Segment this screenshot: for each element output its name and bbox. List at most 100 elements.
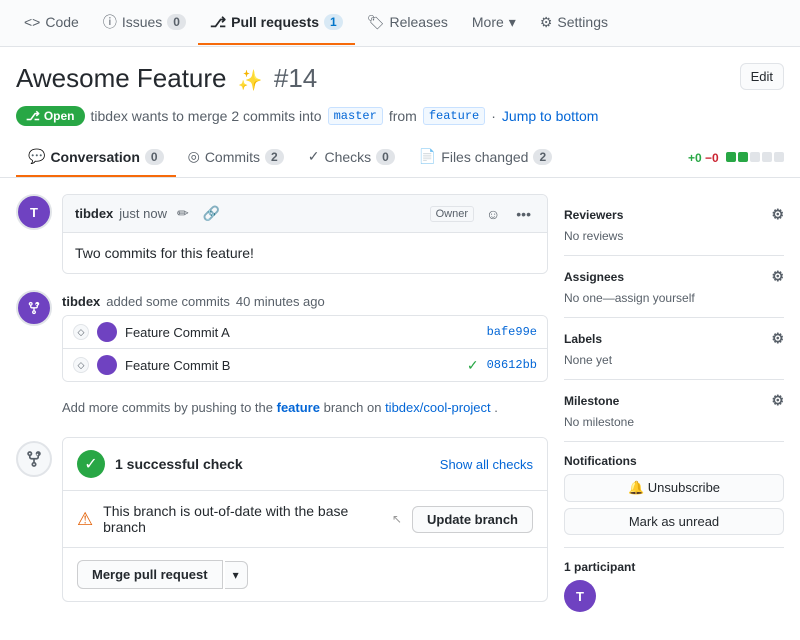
merge-section: Merge pull request ▾ (63, 547, 547, 601)
tab-conversation[interactable]: 💬 Conversation 0 (16, 138, 176, 177)
diff-block-4 (762, 152, 772, 162)
comment-header-right: Owner ☺ ••• (430, 204, 535, 224)
commits-event-content: tibdex added some commits 40 minutes ago… (62, 286, 548, 382)
milestone-gear-icon[interactable]: ⚙ (771, 392, 784, 409)
chevron-down-icon: ▾ (233, 568, 239, 582)
nav-pull-requests[interactable]: ⎇ Pull requests 1 (198, 2, 355, 45)
check-left: ✓ 1 successful check (77, 450, 243, 478)
tab-files-changed[interactable]: 📄 Files changed 2 (407, 138, 564, 177)
mark-as-unread-button[interactable]: Mark as unread (564, 508, 784, 535)
nav-settings[interactable]: ⚙ Settings (528, 2, 620, 45)
diff-stat: +0 −0 (688, 141, 784, 175)
jump-to-bottom-link[interactable]: Jump to bottom (502, 108, 599, 124)
commits-icon: ◎ (188, 148, 200, 165)
main-layout: T tibdex just now ✏ 🔗 Owner ☺ ••• (0, 178, 800, 640)
push-message: Add more commits by pushing to the featu… (16, 390, 548, 429)
milestone-label: Milestone (564, 394, 619, 408)
commit-sha-b[interactable]: 08612bb (487, 358, 537, 372)
nav-issues[interactable]: ⓘ Issues 0 (91, 0, 198, 46)
tab-checks-label: Checks (324, 149, 371, 165)
commenter-avatar: T (16, 194, 52, 230)
tabs-left: 💬 Conversation 0 ◎ Commits 2 ✓ Checks 0 … (16, 138, 564, 177)
comment-more-button[interactable]: ••• (512, 204, 535, 224)
edit-button[interactable]: Edit (740, 63, 784, 90)
nav-code[interactable]: <> Code (12, 2, 91, 44)
push-repo-link[interactable]: tibdex/cool-project (385, 400, 491, 415)
notifications-label: Notifications (564, 454, 637, 468)
nav-releases-label: Releases (390, 14, 448, 30)
nav-pr-label: Pull requests (231, 14, 319, 30)
emoji-react-button[interactable]: ☺ (482, 204, 504, 224)
show-all-checks-link[interactable]: Show all checks (440, 457, 533, 472)
diff-rem: −0 (705, 151, 719, 165)
commit-check-icon: ✓ (467, 357, 479, 374)
comment-content: tibdex just now ✏ 🔗 Owner ☺ ••• Two comm… (62, 194, 548, 274)
chevron-down-icon: ▾ (509, 14, 516, 31)
unsubscribe-button[interactable]: 🔔 Unsubscribe (564, 474, 784, 502)
push-suffix: . (494, 400, 498, 415)
issues-badge: 0 (167, 14, 186, 30)
participant-avatar[interactable]: T (564, 580, 596, 612)
pr-subtitle: ⎇ Open tibdex wants to merge 2 commits i… (0, 106, 800, 138)
check-success-icon: ✓ (77, 450, 105, 478)
checks-icon: ✓ (308, 148, 320, 165)
committer-name[interactable]: tibdex (62, 294, 100, 309)
files-badge: 2 (533, 149, 552, 165)
comment-body-text: Two commits for this feature! (75, 245, 254, 261)
reviewers-value: No reviews (564, 229, 784, 243)
pr-title-area: Awesome Feature ✨ #14 (16, 63, 317, 94)
tab-files-label: Files changed (441, 149, 528, 165)
commit-node-icon-b: ◇ (73, 357, 89, 373)
labels-gear-icon[interactable]: ⚙ (771, 330, 784, 347)
nav-more[interactable]: More ▾ (460, 2, 528, 45)
sidebar-milestone: Milestone ⚙ No milestone (564, 380, 784, 442)
commit-list: ◇ Feature Commit A bafe99e ◇ Feature Com… (62, 315, 548, 382)
separator: · (491, 108, 496, 124)
reviewers-gear-icon[interactable]: ⚙ (771, 206, 784, 223)
merge-dropdown-button[interactable]: ▾ (225, 561, 248, 589)
commit-message-b: Feature Commit B (125, 358, 459, 373)
commit-message-a: Feature Commit A (125, 325, 479, 340)
edit-comment-icon[interactable]: ✏ (173, 203, 193, 224)
pr-icon: ⎇ (210, 14, 226, 31)
commit-row: ◇ Feature Commit A bafe99e (63, 316, 547, 349)
push-branch-link[interactable]: feature (277, 400, 320, 415)
check-title: 1 successful check (115, 456, 243, 472)
update-branch-button[interactable]: Update branch (412, 506, 533, 533)
diff-block-5 (774, 152, 784, 162)
checks-area: ✓ 1 successful check Show all checks ⚠ T… (16, 437, 548, 612)
nav-releases[interactable]: 🏷 Releases (355, 2, 460, 45)
commit-author-avatar-b (97, 355, 117, 375)
participants-list: T (564, 580, 784, 612)
push-prefix: Add more commits by pushing to the (62, 400, 273, 415)
commits-header: tibdex added some commits 40 minutes ago (62, 286, 548, 315)
assignees-gear-icon[interactable]: ⚙ (771, 268, 784, 285)
git-icon-circle (16, 441, 52, 477)
commit-node-icon: ◇ (73, 324, 89, 340)
milestone-title-row: Milestone ⚙ (564, 392, 784, 409)
status-text: Open (44, 109, 75, 123)
warning-text: This branch is out-of-date with the base… (103, 503, 382, 535)
warning-row: ⚠ This branch is out-of-date with the ba… (63, 490, 547, 547)
sidebar-assignees: Assignees ⚙ No one—assign yourself (564, 256, 784, 318)
comment-icon: 💬 (28, 148, 45, 165)
assignees-title-row: Assignees ⚙ (564, 268, 784, 285)
commits-time: 40 minutes ago (236, 294, 325, 309)
code-icon: <> (24, 14, 40, 30)
link-comment-icon[interactable]: 🔗 (199, 203, 224, 224)
pr-badge: 1 (324, 14, 343, 30)
labels-value: None yet (564, 353, 784, 367)
assignees-label: Assignees (564, 270, 624, 284)
comment-body: Two commits for this feature! (63, 233, 547, 273)
diff-block-2 (738, 152, 748, 162)
comment-author[interactable]: tibdex (75, 206, 113, 221)
commit-sha-a[interactable]: bafe99e (487, 325, 537, 339)
tab-checks[interactable]: ✓ Checks 0 (296, 138, 407, 177)
comment-header-left: tibdex just now ✏ 🔗 (75, 203, 224, 224)
top-nav: <> Code ⓘ Issues 0 ⎇ Pull requests 1 🏷 R… (0, 0, 800, 47)
merge-pull-request-button[interactable]: Merge pull request (77, 560, 223, 589)
commit-row: ◇ Feature Commit B ✓ 08612bb (63, 349, 547, 381)
diff-add: +0 (688, 151, 702, 165)
tab-commits[interactable]: ◎ Commits 2 (176, 138, 296, 177)
status-badge: ⎇ Open (16, 106, 85, 126)
